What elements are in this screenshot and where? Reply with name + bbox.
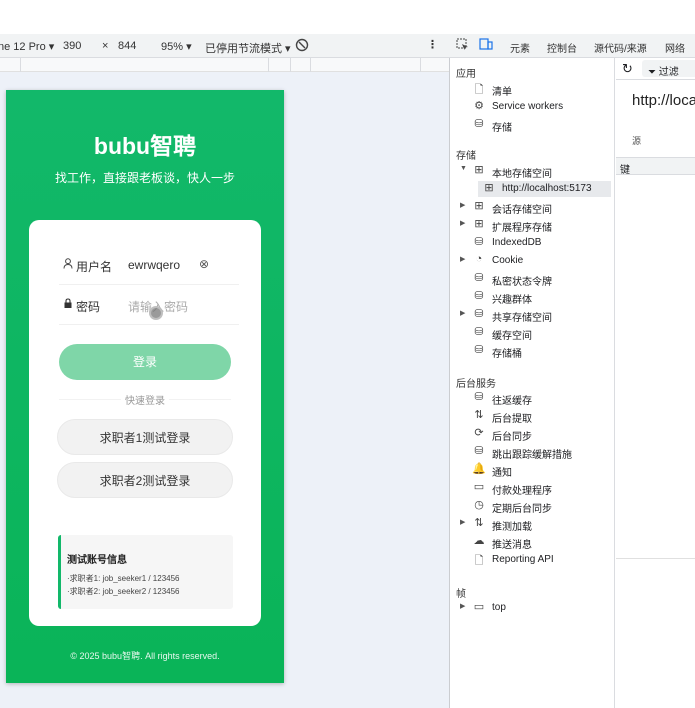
key-column-header[interactable]: 键 [616,157,695,176]
chevron-right-icon[interactable]: ▶ [460,201,465,209]
username-label: 用户名 [76,260,113,274]
tab-network[interactable]: 网络 [665,40,685,55]
lock-icon [63,298,73,312]
height-field[interactable]: 844 [118,40,136,52]
section-application: 应用 [456,69,476,80]
info-line: ·求职者2: job_seeker2 / 123456 [67,587,180,596]
width-field[interactable]: 390 [63,40,81,52]
test-account-info: 测试账号信息 ·求职者1: job_seeker1 / 123456 ·求职者2… [58,535,233,609]
device-toolbar: ne 12 Pro ▾ 390 × 844 95% ▾ 已停用节流模式 ▾ ⋮ [0,34,449,58]
brand-title: bubu智聘 [93,133,197,159]
device-mode-icon[interactable] [479,38,493,54]
login-button[interactable]: 登录 [59,344,231,380]
table-icon: ⊞ [474,200,484,212]
table-icon: ⊞ [474,164,484,176]
clear-icon[interactable]: ⊗ [199,257,209,271]
arrows-updown-icon: ⇅ [474,409,484,421]
table-icon: ⊞ [474,218,484,230]
database-icon: ⛁ [474,118,484,130]
devtools-tabbar: 元素 控制台 源代码/来源 网络 [449,34,695,58]
chevron-right-icon[interactable]: ▶ [460,219,465,227]
cookie-icon: ◔ [475,253,483,265]
chevron-right-icon[interactable]: ▶ [460,255,465,263]
database-icon: ⛁ [474,236,484,248]
info-title: 测试账号信息 [67,555,127,566]
tab-sources[interactable]: 源代码/来源 [594,40,647,55]
file-icon: 🗋 [474,555,484,567]
times-sign: × [102,40,109,52]
inspect-icon[interactable] [456,38,469,54]
more-vert-icon[interactable]: ⋮ [427,38,438,51]
database-icon: ⛁ [474,344,484,356]
device-select[interactable]: ne 12 Pro ▾ [0,40,54,53]
source-label: 源 [632,136,642,146]
browser-toolbar [0,0,695,34]
zoom-select[interactable]: 95% ▾ [161,40,192,53]
filter-input[interactable]: ⏷ 过滤 [642,60,695,78]
section-background-services: 后台服务 [456,379,496,390]
password-label: 密码 [76,300,101,314]
copyright: © 2025 bubu智聘. All rights reserved. [70,651,220,661]
divider [616,558,695,559]
chevron-right-icon[interactable]: ▶ [460,602,465,610]
database-icon: ⛁ [474,272,484,284]
storage-toolbar: ↻ ⏷ 过滤 [616,58,695,80]
arrows-updown-icon: ⇅ [474,517,484,529]
frame-icon: ▭ [473,601,485,613]
touch-cursor [149,306,163,320]
refresh-icon[interactable]: ↻ [622,61,633,77]
filter-icon: ⏷ [648,67,656,78]
throttle-select[interactable]: 已停用节流模式 ▾ [205,40,291,56]
media-query-bar [0,58,449,72]
clock-icon: ◷ [474,499,484,511]
file-icon: 🗋 [474,84,484,96]
origin-url: http://loca [632,92,695,109]
cloud-icon: ☁ [473,535,485,547]
username-field[interactable]: 用户名 ewrwqero ⊗ [59,245,239,285]
card-icon: ▭ [473,481,485,493]
bell-icon: 🔔 [472,463,486,475]
password-field[interactable]: 密码 请输入密码 [59,285,239,325]
gear-icon: ⚙ [474,100,484,112]
tab-elements[interactable]: 元素 [510,40,530,55]
user-icon [63,258,73,272]
rotate-icon[interactable] [294,37,310,56]
database-icon: ⛁ [474,326,484,338]
info-line: ·求职者1: job_seeker1 / 123456 [67,574,180,583]
brand-slogan: 找工作，直接跟老板谈，快人一步 [54,171,235,185]
database-icon: ⛁ [474,290,484,302]
chevron-down-icon[interactable]: ▼ [460,165,467,172]
username-input[interactable]: ewrwqero [128,258,180,272]
quick-login-seeker2-button[interactable]: 求职者2测试登录 [57,462,233,498]
chevron-right-icon[interactable]: ▶ [460,518,465,526]
section-frames: 帧 [456,589,466,600]
section-storage: 存储 [456,151,476,162]
quick-login-seeker1-button[interactable]: 求职者1测试登录 [57,419,233,455]
quick-login-label: 快速登录 [59,392,231,407]
database-icon: ⛁ [474,308,484,320]
chevron-right-icon[interactable]: ▶ [460,309,465,317]
table-icon: ⊞ [484,182,494,194]
database-icon: ⛁ [474,445,484,457]
database-icon: ⛁ [474,391,484,403]
sync-icon: ⟳ [474,427,484,439]
tab-console[interactable]: 控制台 [547,40,577,55]
